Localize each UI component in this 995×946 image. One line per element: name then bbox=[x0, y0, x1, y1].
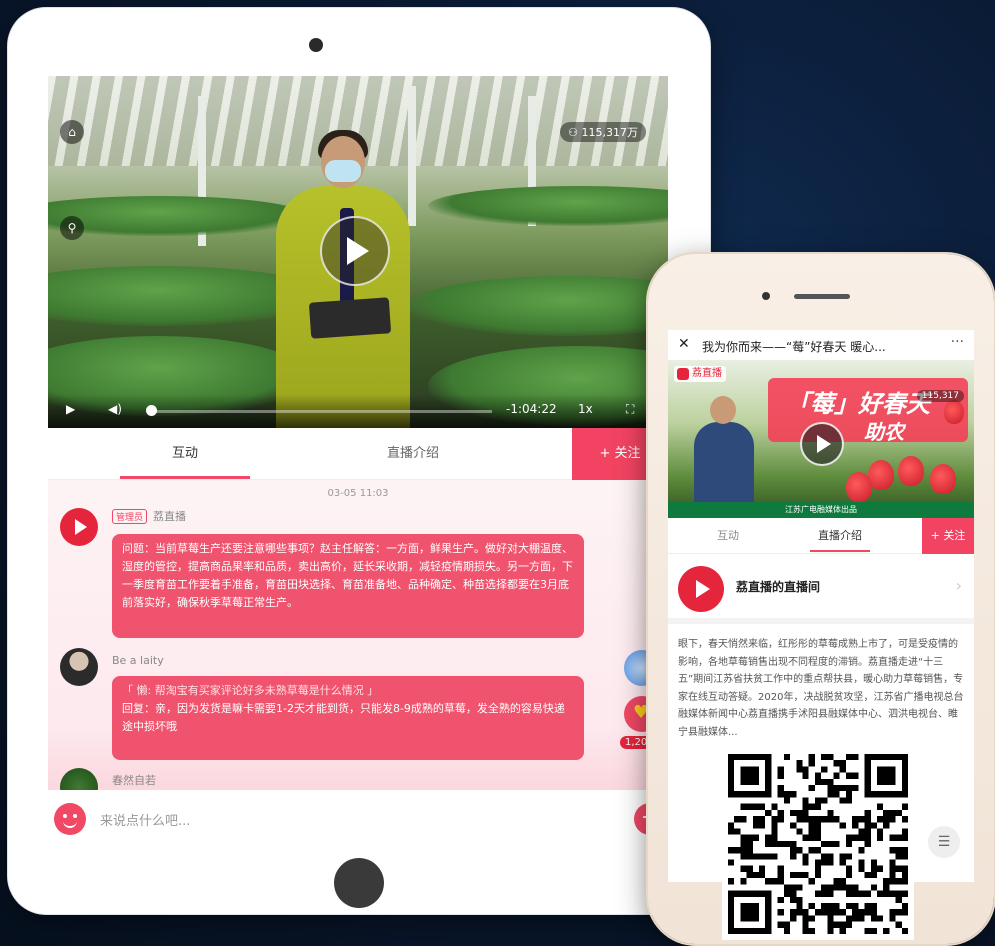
strawberry-row bbox=[428, 186, 668, 226]
admin-badge: 管理员 bbox=[112, 509, 148, 524]
fullscreen-icon[interactable]: ⛶ bbox=[626, 402, 634, 417]
volume-icon[interactable]: ◀) bbox=[108, 402, 122, 416]
progress-bar[interactable] bbox=[152, 410, 492, 413]
tab-live-intro[interactable]: 直播介绍 bbox=[800, 518, 880, 554]
emoji-icon[interactable] bbox=[54, 803, 86, 835]
reply-bubble: 「 懒: 帮淘宝有买家评论好多未熟草莓是什么情况 」 回复：亲，因为发货是嘛卡需… bbox=[112, 676, 584, 760]
tablet-camera bbox=[309, 38, 323, 52]
strawberry bbox=[846, 472, 872, 502]
page-header: ✕ 我为你而来——“莓”好春天 暖心... ··· bbox=[668, 330, 974, 360]
host-room-row[interactable]: 荔直播的直播间 › bbox=[668, 554, 974, 624]
phone-camera bbox=[762, 292, 770, 300]
tablet-screen: ⌂ ⚲ ⚇ 115,317万 ▶ ◀) -1:04:22 1x ⛶ 互动 直播介… bbox=[48, 76, 668, 848]
host-avatar[interactable] bbox=[60, 508, 98, 546]
farmer-figure bbox=[688, 390, 758, 502]
user-avatar[interactable] bbox=[60, 648, 98, 686]
page-title: 我为你而来——“莓”好春天 暖心... bbox=[702, 340, 886, 354]
live-intro-text: 眼下，春天悄然来临，红彤彤的草莓成熟上市了，可是受疫情的影响，各地草莓销售出现不… bbox=[678, 639, 964, 738]
tab-interaction[interactable]: 互动 bbox=[120, 428, 250, 480]
tab-interaction[interactable]: 互动 bbox=[688, 518, 768, 554]
live-video-player[interactable]: ⌂ ⚲ ⚇ 115,317万 ▶ ◀) -1:04:22 1x ⛶ bbox=[48, 76, 668, 428]
message-author: Be a laity bbox=[112, 654, 164, 667]
progress-knob[interactable] bbox=[146, 405, 157, 416]
menu-icon[interactable]: ☰ bbox=[928, 826, 960, 858]
strawberry bbox=[930, 464, 956, 494]
home-icon[interactable]: ⌂ bbox=[60, 120, 84, 144]
play-button[interactable] bbox=[800, 422, 844, 466]
qr-code-image bbox=[728, 754, 908, 934]
strawberry-row bbox=[408, 276, 668, 336]
phone-speaker bbox=[794, 294, 850, 299]
chat-area: 03-05 11:03 管理员 荔直播 问题：当前草莓生产还要注意哪些事项？赵主任… bbox=[48, 480, 668, 790]
close-icon[interactable]: ✕ bbox=[678, 336, 690, 352]
comment-input[interactable]: 来说点什么吧... bbox=[100, 810, 190, 829]
banner-footer: 江苏广电融媒体出品 bbox=[668, 502, 974, 518]
viewer-count: 115,317 bbox=[916, 390, 964, 402]
viewer-count: ⚇ 115,317万 bbox=[560, 122, 646, 142]
speed-button[interactable]: 1x bbox=[578, 402, 593, 416]
chat-timestamp: 03-05 11:03 bbox=[327, 488, 389, 499]
host-avatar bbox=[678, 566, 724, 612]
strawberry bbox=[944, 400, 964, 424]
reply-text: 回复：亲，因为发货是嘛卡需要1-2天才能到货，只能发8-9成熟的草莓，发全熟的容… bbox=[122, 702, 565, 733]
time-remaining: -1:04:22 bbox=[506, 402, 557, 416]
message-author: 春然自若 bbox=[112, 774, 156, 787]
video-controls: ▶ ◀) -1:04:22 1x ⛶ bbox=[48, 394, 668, 428]
brand-logo: 荔直播 bbox=[674, 366, 726, 382]
comment-input-bar: 来说点什么吧... + bbox=[48, 790, 668, 848]
user-avatar[interactable] bbox=[60, 768, 98, 790]
share-icon[interactable]: ⚲ bbox=[60, 216, 84, 240]
play-icon[interactable]: ▶ bbox=[66, 402, 75, 416]
strawberry bbox=[898, 456, 924, 486]
host-name: 荔直播的直播间 bbox=[736, 580, 821, 594]
tablet-device: ⌂ ⚲ ⚇ 115,317万 ▶ ◀) -1:04:22 1x ⛶ 互动 直播介… bbox=[8, 8, 710, 914]
message-bubble: 问题：当前草莓生产还要注意哪些事项？赵主任解答：一方面，鲜果生产。做好对大棚温度… bbox=[112, 534, 584, 638]
tab-underline bbox=[120, 476, 250, 479]
play-button[interactable] bbox=[320, 216, 390, 286]
chevron-right-icon: › bbox=[955, 576, 962, 595]
follow-button[interactable]: + 关注 bbox=[922, 518, 974, 554]
live-banner[interactable]: 「莓」好春天 助农 荔直播 115,317 江苏广电融媒体出品 bbox=[668, 360, 974, 518]
tab-live-intro[interactable]: 直播介绍 bbox=[348, 428, 478, 480]
message-author: 管理员 荔直播 bbox=[112, 508, 186, 524]
more-icon[interactable]: ··· bbox=[951, 334, 964, 350]
viewers-icon: ⚇ bbox=[568, 126, 582, 139]
qr-code bbox=[722, 748, 914, 940]
quoted-question: 「 懒: 帮淘宝有买家评论好多未熟草莓是什么情况 」 bbox=[122, 684, 379, 697]
tab-underline bbox=[810, 550, 870, 552]
home-button[interactable] bbox=[334, 858, 384, 908]
banner-title: 「莓」好春天 助农 bbox=[768, 378, 968, 444]
